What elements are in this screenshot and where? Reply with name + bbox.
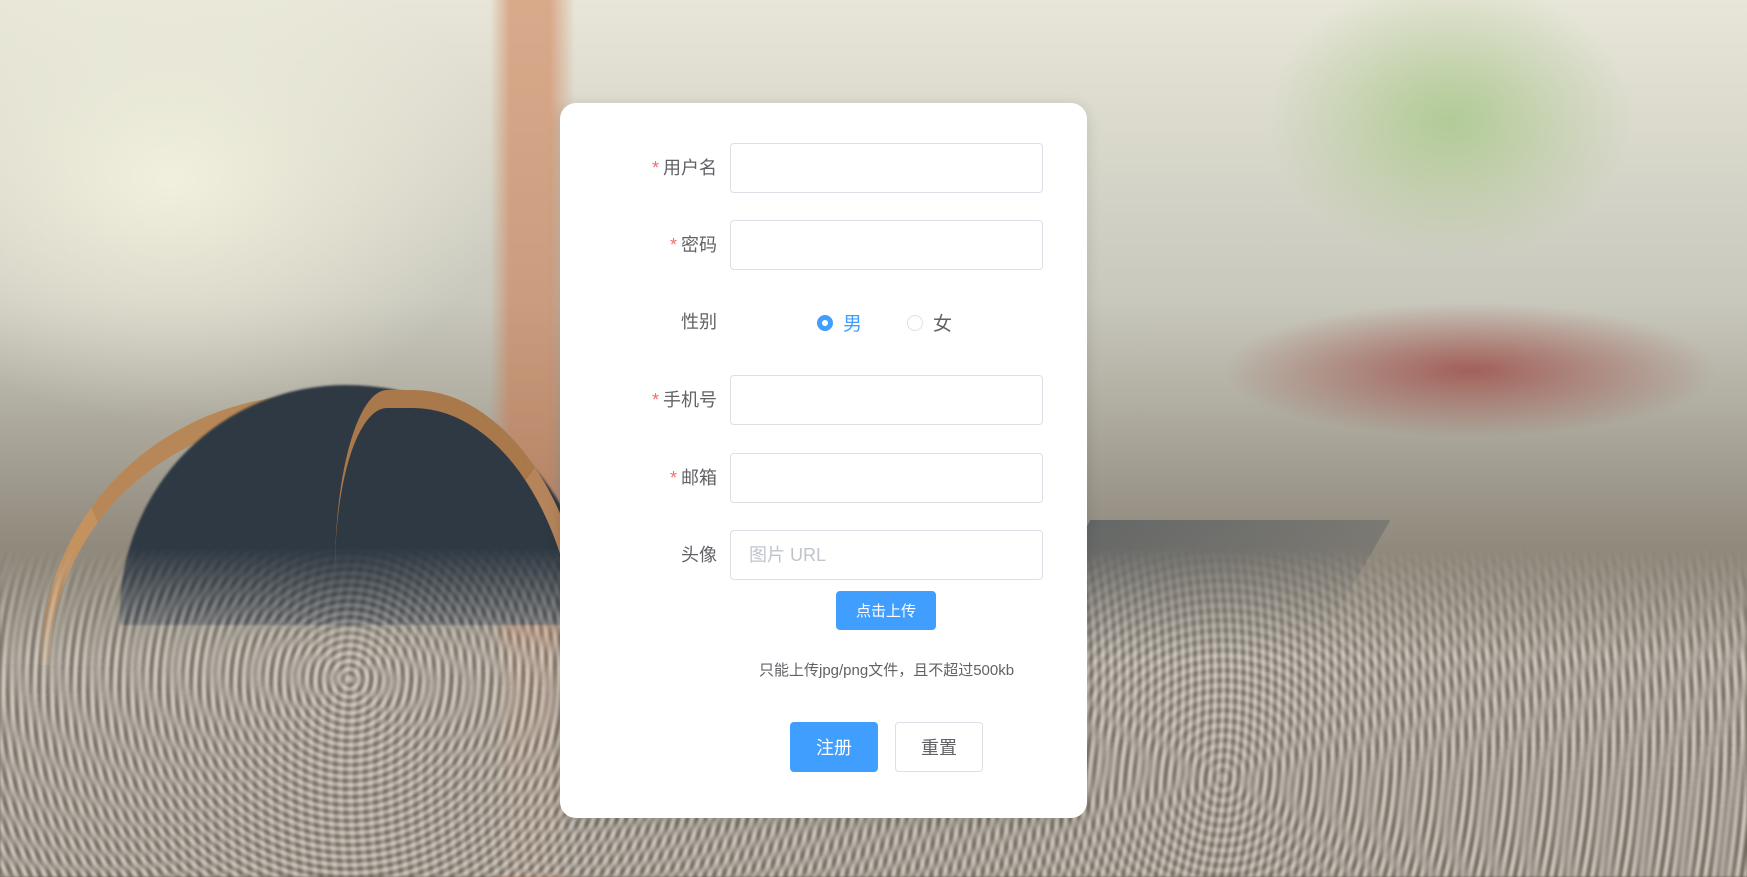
required-mark: * (651, 390, 659, 410)
username-input[interactable] (730, 143, 1043, 193)
gender-radio-male[interactable]: 男 (817, 309, 862, 336)
gender-male-label: 男 (843, 314, 863, 335)
gender-female-label: 女 (933, 314, 953, 335)
email-label: * 邮箱 (669, 468, 717, 488)
upload-tip: 只能上传jpg/png文件，且不超过500kb (759, 662, 1015, 679)
username-row: * 用户名 (560, 143, 1087, 193)
gender-radio-female[interactable]: 女 (907, 309, 952, 336)
password-input[interactable] (730, 220, 1043, 270)
radio-checked-icon (817, 314, 833, 331)
required-mark: * (651, 158, 659, 178)
password-row: * 密码 (560, 220, 1087, 270)
avatar-url-input[interactable] (730, 530, 1043, 580)
phone-label: * 手机号 (651, 390, 717, 410)
reset-button[interactable]: 重置 (895, 722, 983, 772)
password-label: * 密码 (669, 235, 717, 255)
required-mark: * (669, 235, 677, 255)
phone-row: * 手机号 (560, 375, 1087, 425)
register-button[interactable]: 注册 (790, 722, 878, 772)
register-form-card: * 用户名 * 密码 性别 男 女 * 手机号 * 邮箱 头像 图片 URL 点… (560, 103, 1087, 818)
avatar-label: 头像 (681, 545, 717, 565)
email-input[interactable] (730, 453, 1043, 503)
username-label: * 用户名 (651, 158, 717, 178)
upload-button[interactable]: 点击上传 (836, 591, 936, 630)
required-mark: * (669, 468, 677, 488)
avatar-row: 头像 (560, 530, 1087, 580)
email-row: * 邮箱 (560, 453, 1087, 503)
gender-label: 性别 (681, 312, 717, 332)
gender-row: 性别 男 女 (560, 297, 1087, 347)
radio-unchecked-icon (907, 314, 923, 331)
phone-input[interactable] (730, 375, 1043, 425)
